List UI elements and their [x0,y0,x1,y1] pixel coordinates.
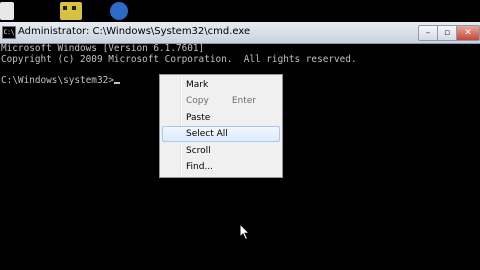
close-button[interactable]: ✕ [456,25,480,41]
mouse-pointer-icon [239,223,251,241]
console-prompt-line: C:\Windows\system32> [1,74,120,87]
menu-item-scroll[interactable]: Scroll [162,143,280,159]
maximize-button[interactable]: ▫ [437,25,457,41]
menu-item-find[interactable]: Find... [162,159,280,175]
text-cursor [113,81,120,84]
menu-item-label: Copy [186,96,209,106]
menu-item-paste[interactable]: Paste [162,110,280,126]
cmd-icon[interactable]: C:\ [2,26,16,39]
menu-item-mark[interactable]: Mark [162,77,280,93]
desktop-background [0,0,480,22]
command-prompt: C:\Windows\system32> [1,74,114,86]
menu-item-label: Select All [186,129,228,139]
menu-item-select-all[interactable]: Select All [162,126,280,142]
context-menu: Mark Copy Enter Paste Select All Scroll … [159,74,283,178]
menu-item-label: Find... [186,162,214,172]
menu-item-label: Scroll [186,146,211,156]
menu-item-label: Paste [186,113,211,123]
menu-item-shortcut: Enter [231,96,256,106]
menu-item-label: Mark [186,80,209,90]
window-title: Administrator: C:\Windows\System32\cmd.e… [18,26,251,37]
title-bar[interactable]: C:\ Administrator: C:\Windows\System32\c… [0,22,480,44]
desktop-browser-icon[interactable] [110,2,128,20]
console-line-version: Microsoft Windows [Version 6.1.7601] [1,43,205,54]
console-line-copyright: Copyright (c) 2009 Microsoft Corporation… [1,53,357,65]
minimize-button[interactable]: – [418,25,438,41]
desktop-folder-icon[interactable] [60,2,82,20]
desktop-shortcut-icon[interactable] [0,2,14,20]
menu-item-copy[interactable]: Copy Enter [162,93,280,109]
